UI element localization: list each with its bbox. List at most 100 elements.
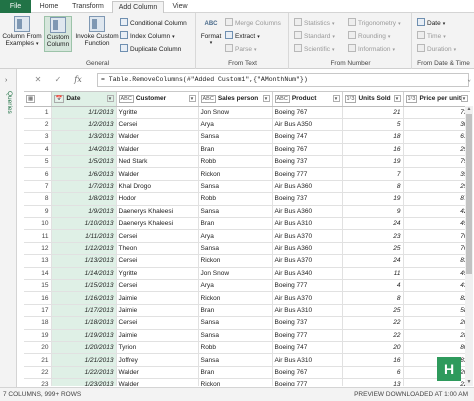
row-number[interactable]: 2 [24,118,52,132]
table-row[interactable]: 20 1/20/2013 Tyrion Robb Boeing 747 20 80 [24,341,470,355]
table-cell-text[interactable]: Sansa [198,242,273,256]
table-cell-number[interactable]: 22 [342,329,404,342]
table-cell-number[interactable]: 73 [403,106,470,119]
table-cell-date[interactable]: 1/21/2013 [51,353,117,367]
scientific-button[interactable]: Scientific ▾ [294,44,335,55]
table-cell-text[interactable]: Sansa [198,205,273,219]
table-cell-text[interactable]: Ygritte [116,267,199,280]
row-number[interactable]: 3 [24,130,52,144]
table-cell-number[interactable]: 87 [403,192,470,206]
table-cell-date[interactable]: 1/9/2013 [51,205,117,219]
row-number[interactable]: 14 [24,267,52,280]
table-cell-text[interactable]: Jaimie [116,304,199,318]
table-row[interactable]: 12 1/12/2013 Theon Sansa Air Bus A360 25 76 [24,242,470,256]
standard-button[interactable]: Standard ▾ [294,31,335,42]
table-cell-number[interactable]: 23 [342,229,404,243]
table-cell-text[interactable]: Ned Stark [116,155,199,169]
formula-input[interactable]: = Table.RemoveColumns(#"Added Custom1",{… [97,73,471,87]
table-cell-text[interactable]: Boeing 777 [272,167,343,181]
table-cell-number[interactable]: 7 [342,167,404,181]
duplicate-column-button[interactable]: Duplicate Column [120,44,181,55]
table-cell-number[interactable]: 21 [342,106,404,119]
column-type-icon[interactable]: ABC [118,94,134,103]
tab-transform[interactable]: Transform [67,1,109,13]
expand-queries-icon[interactable]: › [5,77,7,84]
table-cell-text[interactable]: Sansa [198,130,273,144]
table-cell-text[interactable]: Air Bus A370 [272,229,343,243]
table-cell-number[interactable]: 70 [403,229,470,243]
table-cell-number[interactable]: 24 [342,254,404,268]
table-cell-number[interactable]: 29 [403,143,470,157]
table-row[interactable]: 6 1/6/2013 Walder Rickon Boeing 777 7 35 [24,167,470,181]
table-cell-text[interactable]: Jon Snow [198,267,273,280]
table-cell-number[interactable]: 4 [342,279,404,293]
column-header[interactable]: ABC Product ▼ [272,92,343,107]
rounding-button[interactable]: Rounding ▾ [348,31,390,42]
column-header[interactable]: ABC Sales person ▼ [198,92,273,107]
table-cell-text[interactable]: Khal Drogo [116,180,199,194]
row-number[interactable]: 22 [24,366,52,380]
table-cell-number[interactable]: 42 [403,205,470,219]
table-cell-text[interactable]: Cersei [116,316,199,330]
table-cell-number[interactable]: 19 [342,155,404,169]
table-row[interactable]: 10 1/10/2013 Daenerys Khaleesi Bran Air Bus … [24,217,470,231]
column-type-icon[interactable]: 📅 [53,94,65,103]
table-cell-text[interactable]: Bran [198,143,273,157]
table-cell-number[interactable]: 16 [342,353,404,367]
table-row[interactable]: 2 1/2/2013 Cersei Arya Air Bus A350 5 30 [24,118,470,132]
table-row[interactable]: 4 1/4/2013 Walder Bran Boeing 767 16 29 [24,143,470,157]
table-cell-number[interactable]: 79 [403,155,470,169]
table-cell-text[interactable]: Arya [198,118,273,132]
table-cell-date[interactable]: 1/4/2013 [51,143,117,157]
table-cell-number[interactable]: 29 [403,180,470,194]
table-cell-text[interactable]: Jon Snow [198,106,273,119]
table-cell-text[interactable]: Rickon [198,378,273,386]
table-cell-text[interactable]: Joffrey [116,353,199,367]
table-cell-text[interactable]: Boeing 767 [272,106,343,119]
column-type-icon[interactable]: 1²3 [344,94,357,103]
table-cell-text[interactable]: Air Bus A310 [272,304,343,318]
invoke-custom-function-button[interactable]: Invoke Custom Function [74,16,120,47]
table-cell-date[interactable]: 1/7/2013 [51,180,117,194]
table-cell-text[interactable]: Air Bus A350 [272,118,343,132]
row-number[interactable]: 18 [24,316,52,330]
custom-column-button[interactable]: Custom Column [44,16,72,52]
table-cell-date[interactable]: 1/16/2013 [51,291,117,305]
table-cell-number[interactable]: 20 [403,316,470,330]
table-row[interactable]: 18 1/18/2013 Cersei Sansa Boeing 737 22 20 [24,316,470,330]
row-number[interactable]: 17 [24,304,52,318]
row-number[interactable]: 15 [24,279,52,293]
table-row[interactable]: 16 1/16/2013 Jaimie Rickon Air Bus A370 8 82 [24,291,470,305]
row-number[interactable]: 13 [24,254,52,268]
table-cell-number[interactable]: 9 [342,205,404,219]
column-from-examples-button[interactable]: Column From Examples ▾ [2,16,42,48]
table-cell-number[interactable]: 11 [342,267,404,280]
table-cell-number[interactable]: 18 [342,130,404,144]
table-cell-number[interactable]: 8 [342,291,404,305]
table-cell-number[interactable]: 8 [342,180,404,194]
table-cell-number[interactable]: 19 [342,192,404,206]
extract-button[interactable]: Extract ▾ [225,31,260,42]
table-cell-date[interactable]: 1/17/2013 [51,304,117,318]
table-cell-text[interactable]: Walder [116,167,199,181]
column-header[interactable]: ABC Customer ▼ [116,92,199,107]
row-number[interactable]: 9 [24,205,52,219]
table-row[interactable]: 14 1/14/2013 Ygritte Jon Snow Air Bus A340 11… [24,267,470,280]
statistics-button[interactable]: Statistics ▾ [294,18,335,29]
row-number[interactable]: 11 [24,229,52,243]
table-cell-date[interactable]: 1/8/2013 [51,192,117,206]
table-cell-number[interactable]: 58 [403,304,470,318]
table-cell-text[interactable]: Jaimie [116,329,199,342]
tab-view[interactable]: View [166,1,194,13]
table-cell-number[interactable]: 24 [342,217,404,231]
column-type-icon[interactable]: ABC [200,94,216,103]
table-cell-text[interactable]: Sansa [198,316,273,330]
row-number[interactable]: 12 [24,242,52,256]
table-cell-text[interactable]: Robb [198,192,273,206]
table-cell-number[interactable]: 45 [403,267,470,280]
row-number[interactable]: 7 [24,180,52,194]
table-cell-text[interactable]: Air Bus A370 [272,254,343,268]
table-cell-date[interactable]: 1/6/2013 [51,167,117,181]
trigonometry-button[interactable]: Trigonometry ▾ [348,18,401,29]
table-row[interactable]: 21 1/21/2013 Joffrey Sansa Air Bus A310 16 83 [24,353,470,367]
